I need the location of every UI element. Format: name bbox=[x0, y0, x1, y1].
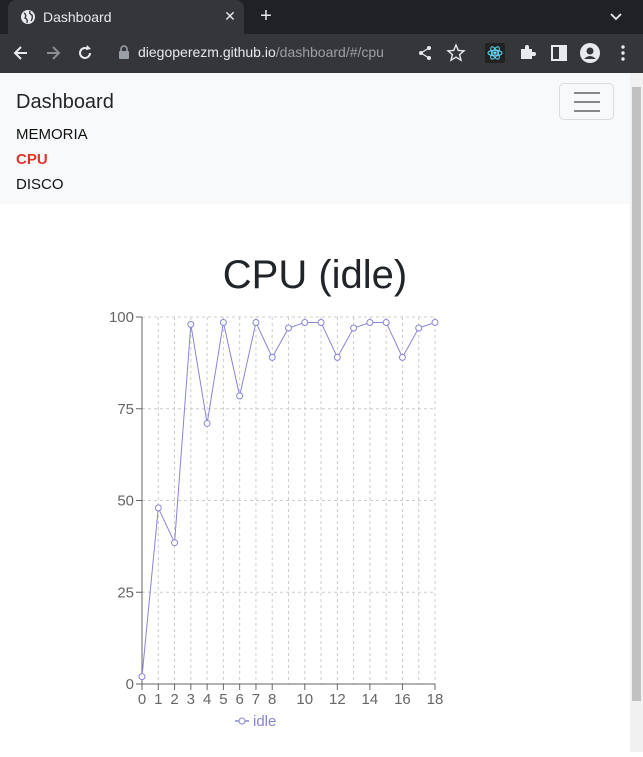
bookmark-star-icon[interactable] bbox=[446, 43, 466, 63]
x-tick-label: 10 bbox=[296, 691, 313, 708]
data-point bbox=[138, 673, 146, 681]
x-tick-label: 14 bbox=[362, 691, 379, 708]
data-point bbox=[350, 324, 358, 332]
navbar-toggler-button[interactable] bbox=[559, 83, 614, 120]
reload-icon[interactable] bbox=[75, 43, 95, 63]
kebab-menu-icon[interactable] bbox=[613, 43, 633, 63]
x-tick-label: 4 bbox=[203, 691, 211, 708]
data-point bbox=[171, 539, 179, 547]
profile-avatar-icon[interactable] bbox=[580, 43, 600, 63]
x-tick-label: 16 bbox=[394, 691, 411, 708]
y-tick-label: 100 bbox=[109, 309, 134, 326]
data-point bbox=[268, 353, 276, 361]
hamburger-line bbox=[574, 110, 600, 112]
data-point bbox=[398, 353, 406, 361]
data-point bbox=[285, 324, 292, 332]
side-panel-icon[interactable] bbox=[549, 43, 569, 63]
hamburger-line bbox=[574, 92, 600, 94]
url-text[interactable]: diegoperezm.github.io/dashboard/#/cpu bbox=[138, 44, 384, 60]
data-point bbox=[415, 324, 423, 332]
data-point bbox=[219, 319, 227, 327]
url-host: diegoperezm.github.io bbox=[138, 44, 276, 60]
data-point bbox=[317, 319, 325, 327]
chevron-down-icon[interactable] bbox=[607, 8, 625, 26]
page-content: Dashboard MEMORIA CPU DISCO CPU (idle) 0… bbox=[0, 73, 630, 752]
x-tick-label: 6 bbox=[235, 691, 243, 708]
back-arrow-icon[interactable] bbox=[11, 43, 31, 63]
nav-link-memoria[interactable]: MEMORIA bbox=[16, 126, 88, 143]
navbar-brand[interactable]: Dashboard bbox=[16, 91, 114, 114]
extensions-puzzle-icon[interactable] bbox=[517, 43, 537, 63]
y-tick-label: 50 bbox=[117, 493, 134, 510]
globe-icon bbox=[21, 10, 35, 24]
x-tick-label: 2 bbox=[170, 691, 178, 708]
legend-label: idle bbox=[253, 713, 276, 730]
data-point bbox=[382, 319, 390, 327]
scrollbar-thumb[interactable] bbox=[632, 87, 641, 701]
data-point bbox=[301, 319, 309, 327]
hamburger-line bbox=[574, 101, 600, 103]
cpu-chart: 0 25 50 75 100 0 1 2 3 4 5 6 7 8 10 12 14 16 18 idle bbox=[100, 303, 460, 752]
y-tick-label: 25 bbox=[117, 584, 134, 601]
x-tick-label: 7 bbox=[252, 691, 260, 708]
tab-close-icon[interactable]: ✕ bbox=[221, 7, 239, 25]
x-tick-label: 5 bbox=[219, 691, 227, 708]
tab-title: Dashboard bbox=[43, 9, 112, 25]
data-point bbox=[366, 319, 374, 327]
react-extension-icon[interactable] bbox=[485, 43, 505, 63]
data-point bbox=[236, 392, 244, 400]
legend-point-marker bbox=[238, 717, 246, 725]
data-point bbox=[203, 419, 211, 427]
data-point bbox=[252, 319, 260, 327]
tab-strip: Dashboard ✕ + bbox=[0, 0, 643, 34]
x-tick-label: 1 bbox=[154, 691, 162, 708]
y-tick-label: 0 bbox=[126, 676, 134, 693]
cpu-line-chart: 02550751000 1 2 3 4 5 6 7 8 10 12 14 16 18idle bbox=[109, 309, 444, 730]
x-tick-label: 18 bbox=[427, 691, 444, 708]
navbar: Dashboard MEMORIA CPU DISCO bbox=[0, 73, 630, 204]
y-tick-label: 75 bbox=[117, 401, 134, 418]
lock-icon bbox=[119, 45, 129, 59]
share-icon[interactable] bbox=[415, 43, 435, 63]
x-tick-label: 8 bbox=[268, 691, 276, 708]
vertical-scrollbar[interactable] bbox=[630, 73, 643, 752]
new-tab-icon[interactable]: + bbox=[256, 6, 276, 26]
chart-title: CPU (idle) bbox=[222, 253, 408, 297]
data-point bbox=[333, 353, 341, 361]
url-path: /dashboard/#/cpu bbox=[275, 44, 384, 60]
x-tick-label: 0 bbox=[138, 691, 146, 708]
x-tick-label: 12 bbox=[329, 691, 346, 708]
x-tick-label: 3 bbox=[187, 691, 195, 708]
data-point bbox=[431, 319, 439, 327]
data-point bbox=[187, 320, 195, 328]
nav-link-cpu[interactable]: CPU bbox=[16, 151, 48, 168]
data-point bbox=[154, 504, 162, 512]
nav-link-disco[interactable]: DISCO bbox=[16, 176, 64, 193]
browser-tab[interactable]: Dashboard ✕ bbox=[8, 0, 244, 34]
forward-arrow-icon[interactable] bbox=[43, 43, 63, 63]
